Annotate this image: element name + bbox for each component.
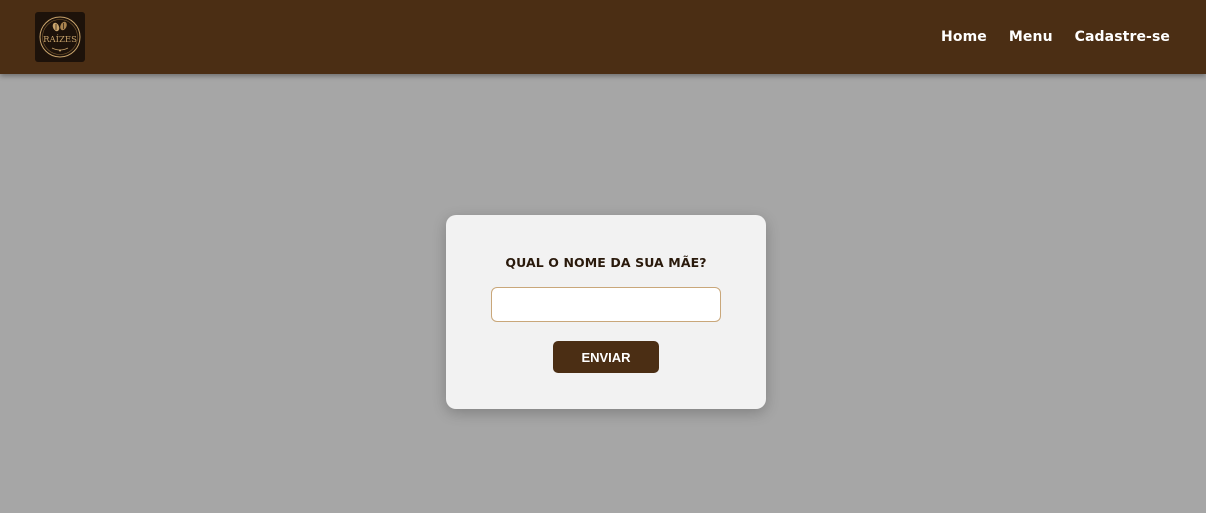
logo-text: RAÍZES: [43, 33, 77, 45]
nav-link-menu[interactable]: Menu: [1009, 29, 1053, 45]
logo[interactable]: RAÍZES: [35, 12, 85, 62]
submit-button[interactable]: ENVIAR: [553, 341, 659, 373]
nav-links: Home Menu Cadastre-se: [941, 0, 1170, 74]
nav-link-cadastre-se[interactable]: Cadastre-se: [1075, 29, 1170, 45]
security-question-card: QUAL O NOME DA SUA MÃE? ENVIAR: [446, 215, 766, 409]
mother-name-input[interactable]: [491, 287, 721, 322]
nav-link-home[interactable]: Home: [941, 29, 987, 45]
security-question-label: QUAL O NOME DA SUA MÃE?: [505, 255, 707, 270]
navbar: RAÍZES Home Menu Cadastre-se: [0, 0, 1206, 74]
coffee-beans-logo-icon: RAÍZES: [39, 16, 81, 58]
